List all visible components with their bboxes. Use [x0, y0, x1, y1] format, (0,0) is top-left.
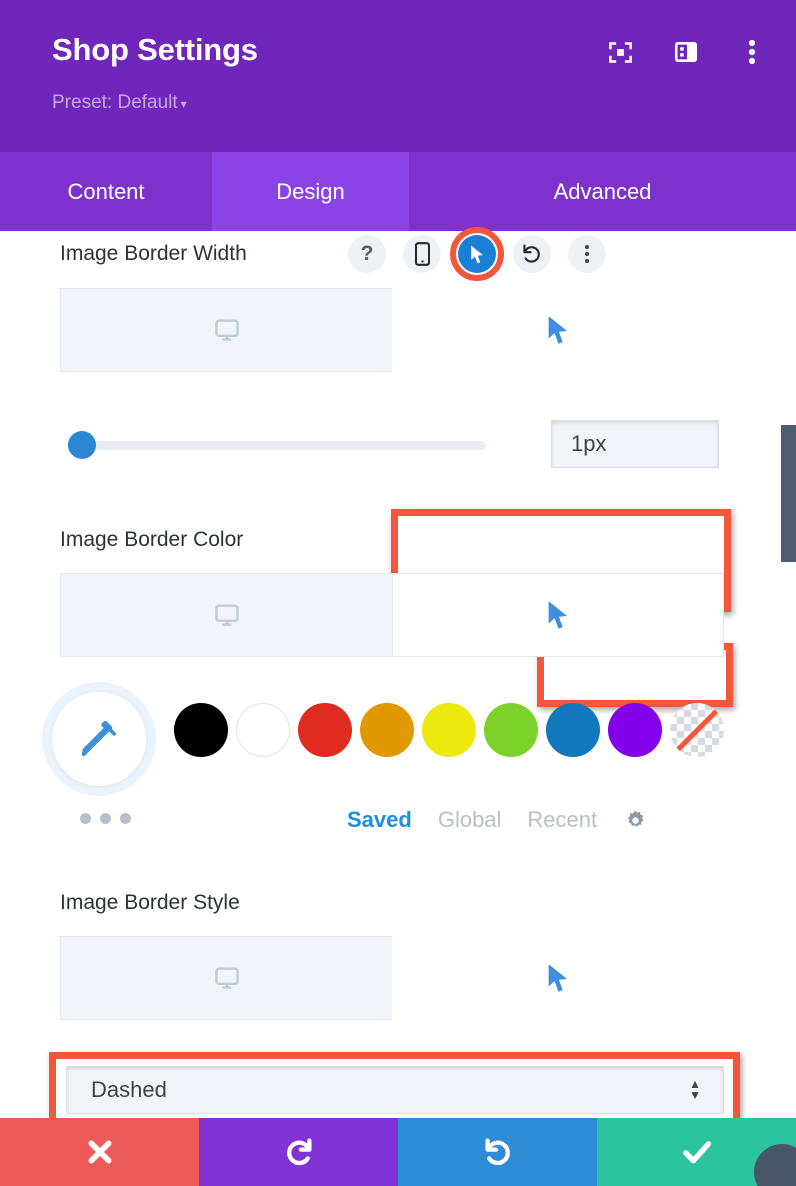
focus-target-icon[interactable] — [606, 38, 634, 66]
swatch-red[interactable] — [298, 703, 352, 757]
palette-tab-recent[interactable]: Recent — [527, 807, 597, 833]
preset-selector[interactable]: Preset: Default ▾ — [52, 92, 187, 114]
swatch-transparent[interactable] — [670, 703, 724, 757]
tab-design[interactable]: Design — [212, 152, 409, 231]
border-width-slider-track[interactable] — [68, 441, 486, 450]
swatch-black[interactable] — [174, 703, 228, 757]
border-style-state-toggle — [60, 936, 724, 1020]
modal-settings-panel: Shop Settings Preset: Default ▾ Content … — [0, 0, 796, 1186]
help-icon[interactable]: ? — [348, 235, 386, 273]
border-width-value-input[interactable]: 1px — [551, 420, 719, 468]
layout-panel-icon[interactable] — [672, 38, 700, 66]
reset-icon[interactable] — [513, 235, 551, 273]
settings-scroll-area[interactable]: Image Border Width ? 1px Image Border Co… — [0, 227, 796, 1186]
preset-label: Preset: Default — [52, 92, 178, 113]
tab-advanced[interactable]: Advanced — [409, 152, 796, 231]
border-style-select-value: Dashed — [91, 1077, 167, 1102]
swatch-orange[interactable] — [360, 703, 414, 757]
state-toggle-desktop[interactable] — [60, 573, 392, 657]
chevron-down-icon: ▾ — [180, 97, 187, 111]
undo-button[interactable] — [199, 1118, 398, 1186]
palette-tab-saved[interactable]: Saved — [347, 807, 412, 833]
palette-tab-global[interactable]: Global — [438, 807, 502, 833]
state-toggle-desktop[interactable] — [60, 936, 392, 1020]
state-toggle-desktop[interactable] — [60, 288, 392, 372]
hover-state-icon[interactable] — [450, 227, 504, 281]
swatch-yellow[interactable] — [422, 703, 476, 757]
discard-button[interactable] — [0, 1118, 199, 1186]
tab-content[interactable]: Content — [0, 152, 212, 231]
more-colors-dots-icon[interactable] — [80, 813, 131, 824]
border-width-state-toggle — [60, 288, 724, 372]
panel-action-bar — [0, 1118, 796, 1186]
palette-tab-group: Saved Global Recent — [347, 807, 648, 833]
state-toggle-hover[interactable] — [392, 936, 724, 1020]
swatch-blue[interactable] — [546, 703, 600, 757]
swatch-purple[interactable] — [608, 703, 662, 757]
color-swatch-list — [174, 703, 724, 757]
state-toggle-hover[interactable] — [392, 573, 724, 657]
border-width-option-icons: ? — [348, 227, 606, 281]
header-icon-group — [606, 38, 766, 66]
image-border-style-label: Image Border Style — [60, 891, 240, 914]
page-title: Shop Settings — [52, 32, 258, 67]
image-border-color-label: Image Border Color — [60, 528, 244, 551]
tab-bar: Content Design Advanced — [0, 152, 796, 231]
panel-header: Shop Settings Preset: Default ▾ — [0, 0, 796, 152]
spinner-arrows-icon: ▲ ▼ — [689, 1077, 701, 1102]
swatch-white[interactable] — [236, 703, 290, 757]
more-vertical-icon[interactable] — [738, 38, 766, 66]
border-width-slider-handle[interactable] — [68, 431, 96, 459]
more-options-icon[interactable] — [568, 235, 606, 273]
gear-icon[interactable] — [623, 808, 648, 833]
swatch-green[interactable] — [484, 703, 538, 757]
dots-glyph — [585, 245, 589, 263]
responsive-mobile-icon[interactable] — [403, 235, 441, 273]
border-style-select[interactable]: Dashed ▲ ▼ — [66, 1066, 724, 1114]
image-border-width-label: Image Border Width — [60, 242, 247, 265]
redo-button[interactable] — [398, 1118, 597, 1186]
state-toggle-hover[interactable] — [392, 288, 724, 372]
eyedropper-icon[interactable] — [52, 692, 146, 786]
panel-scrollbar-thumb[interactable] — [781, 425, 796, 562]
border-color-state-toggle — [60, 573, 724, 657]
